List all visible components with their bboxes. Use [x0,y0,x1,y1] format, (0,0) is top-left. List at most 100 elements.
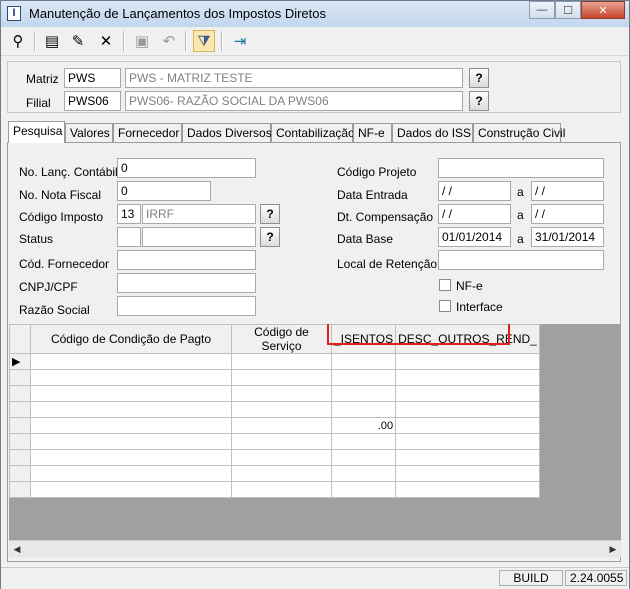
status-code-field[interactable] [117,227,141,247]
data-base-from-field[interactable]: 01/01/2014 [438,227,511,247]
table-cell[interactable] [395,481,540,498]
title-bar[interactable]: I Manutenção de Lançamentos dos Impostos… [1,1,629,27]
table-cell[interactable] [30,465,232,482]
table-cell[interactable] [231,449,332,466]
cnpj-field[interactable] [117,273,256,293]
table-cell[interactable] [330,385,397,402]
table-cell[interactable] [330,369,397,386]
row-indicator[interactable] [9,369,31,386]
table-cell[interactable] [231,353,332,370]
table-cell[interactable] [395,353,540,370]
col-cond-pagto-header[interactable]: Código de Condição de Pagto [30,324,232,354]
table-cell[interactable] [395,401,540,418]
row-indicator[interactable] [9,449,31,466]
tab-construcao-civil[interactable]: Construção Civil [473,123,565,142]
table-row[interactable] [9,449,540,466]
no-nota-field[interactable]: 0 [117,181,211,201]
table-row[interactable] [9,481,540,498]
table-cell[interactable] [330,449,397,466]
tab-dados-iss[interactable]: Dados do ISS [392,123,473,142]
tab-valores[interactable]: Valores [65,123,113,142]
table-cell[interactable] [30,481,232,498]
table-cell[interactable] [330,353,397,370]
table-cell[interactable] [395,465,540,482]
binoculars-icon[interactable]: ⚲ [7,30,29,52]
table-cell[interactable] [395,369,540,386]
cod-imposto-code-field[interactable]: 13 [117,204,141,224]
tab-dados-diversos[interactable]: Dados Diversos [182,123,272,142]
row-indicator[interactable] [9,481,31,498]
tab-pesquisa[interactable]: Pesquisa [8,121,65,143]
table-cell[interactable] [395,433,540,450]
horizontal-scrollbar[interactable]: ◀ ▶ [9,540,621,557]
matriz-code-field[interactable]: PWS [64,68,121,88]
row-indicator[interactable] [9,465,31,482]
matriz-lookup-button[interactable]: ? [469,68,489,88]
interface-checkbox[interactable] [439,300,451,312]
close-button[interactable]: ✕ [581,1,625,19]
table-row[interactable] [9,401,540,418]
filial-code-field[interactable]: PWS06 [64,91,121,111]
table-cell[interactable] [395,449,540,466]
exit-icon[interactable]: ⇥ [229,30,251,52]
status-lookup-button[interactable]: ? [260,227,280,247]
new-document-icon[interactable]: ▤ [41,30,63,52]
table-cell[interactable] [330,465,397,482]
row-indicator[interactable] [9,401,31,418]
dt-compensacao-to-field[interactable]: / / [531,204,604,224]
imposto-lookup-button[interactable]: ? [260,204,280,224]
table-cell[interactable] [30,449,232,466]
maximize-button[interactable]: ☐ [555,1,581,19]
table-cell[interactable] [30,385,232,402]
cod-fornecedor-field[interactable] [117,250,256,270]
table-cell[interactable] [30,417,232,434]
table-cell[interactable] [30,369,232,386]
no-lanc-field[interactable]: 0 [117,158,256,178]
table-cell[interactable] [330,481,397,498]
undo-icon[interactable]: ↶ [158,30,180,52]
table-cell[interactable]: .00 [330,417,397,434]
table-cell[interactable] [395,385,540,402]
table-cell[interactable] [231,369,332,386]
dt-compensacao-from-field[interactable]: / / [438,204,511,224]
table-row[interactable] [9,385,540,402]
table-row[interactable] [9,433,540,450]
filial-lookup-button[interactable]: ? [469,91,489,111]
table-cell[interactable] [231,385,332,402]
save-icon[interactable]: ▣ [131,30,153,52]
table-cell[interactable] [231,401,332,418]
delete-icon[interactable]: ✕ [95,30,117,52]
table-row[interactable] [9,369,540,386]
local-retencao-field[interactable] [438,250,604,270]
tab-nfe[interactable]: NF-e [353,123,392,142]
table-cell[interactable] [30,433,232,450]
row-indicator[interactable] [9,433,31,450]
row-indicator[interactable]: ▶ [9,353,31,370]
table-cell[interactable] [330,401,397,418]
table-row[interactable]: .00 [9,417,540,434]
minimize-button[interactable]: — [529,1,555,19]
table-cell[interactable] [231,481,332,498]
table-cell[interactable] [30,353,232,370]
table-cell[interactable] [231,433,332,450]
table-cell[interactable] [395,417,540,434]
col-cod-servico-header[interactable]: Código de Serviço [231,324,332,354]
tab-fornecedor[interactable]: Fornecedor [113,123,182,142]
table-cell[interactable] [231,465,332,482]
cod-projeto-field[interactable] [438,158,604,178]
table-cell[interactable] [30,401,232,418]
filter-icon[interactable]: ⧩ [193,30,215,52]
razao-social-field[interactable] [117,296,256,316]
table-cell[interactable] [330,433,397,450]
edit-icon[interactable]: ✎ [67,30,89,52]
tab-contabilizacao[interactable]: Contabilização [271,123,355,142]
row-indicator[interactable] [9,385,31,402]
table-row[interactable] [9,465,540,482]
table-row[interactable]: ▶ [9,353,540,370]
row-indicator[interactable] [9,417,31,434]
scroll-left-icon[interactable]: ◀ [9,542,25,556]
nfe-checkbox[interactable] [439,279,451,291]
data-entrada-to-field[interactable]: / / [531,181,604,201]
data-base-to-field[interactable]: 31/01/2014 [531,227,604,247]
scroll-right-icon[interactable]: ▶ [605,542,621,556]
